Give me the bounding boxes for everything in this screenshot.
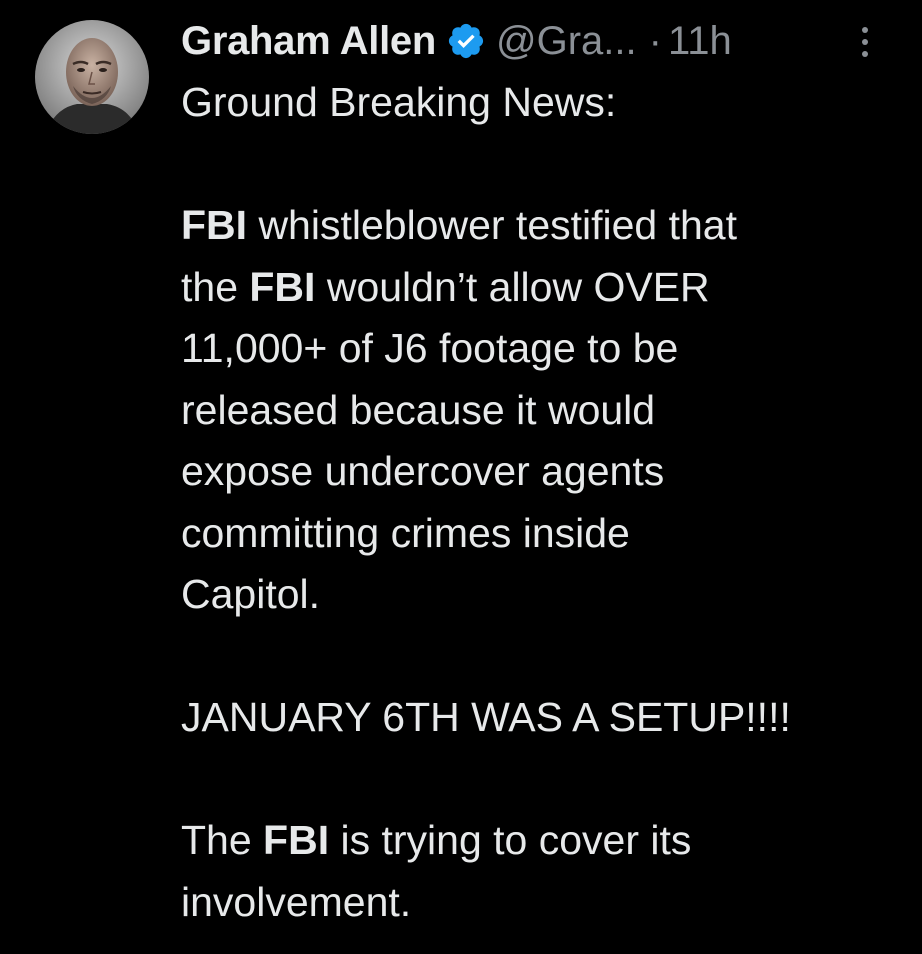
post-line: FBI whistleblower testified that	[181, 195, 881, 257]
tweet-body: Ground Breaking News: FBI whistleblower …	[181, 72, 881, 933]
bold-text: FBI	[181, 202, 248, 248]
post-text: the	[181, 263, 250, 310]
post-line: the FBI wouldn’t allow OVER	[181, 257, 881, 319]
author-handle[interactable]: @Gra...	[496, 19, 637, 64]
post-intro: Ground Breaking News:	[181, 79, 617, 125]
post-text: whistleblower testified that	[247, 202, 738, 248]
separator-dot: ·	[648, 18, 662, 63]
post-line: involvement.	[181, 878, 412, 925]
post-line: 11,000+ of J6 footage to be	[181, 325, 679, 371]
post-line: Capitol.	[181, 571, 321, 617]
author-display-name[interactable]: Graham Allen	[181, 19, 436, 64]
more-vertical-icon[interactable]	[850, 22, 880, 62]
post-line: The FBI is trying to cover its	[181, 810, 881, 872]
post-text: is trying to cover its	[329, 817, 692, 863]
post-timestamp[interactable]: 11h	[668, 19, 732, 64]
verified-badge-icon	[446, 21, 486, 61]
post-text: wouldn’t allow OVER	[315, 263, 710, 310]
bold-text: FBI	[249, 263, 316, 310]
post-line: released because it would	[181, 386, 656, 433]
bold-text: FBI	[263, 817, 330, 863]
post-text: The	[181, 817, 264, 863]
post-line: committing crimes inside	[181, 509, 630, 556]
tweet[interactable]: Graham Allen @Gra... · 11h Ground Breaki…	[0, 0, 922, 954]
author-avatar[interactable]	[35, 20, 149, 134]
tweet-header: Graham Allen @Gra... · 11h	[181, 14, 901, 68]
avatar-image	[35, 20, 149, 134]
post-line: JANUARY 6TH WAS A SETUP!!!!	[181, 694, 791, 740]
post-line: expose undercover agents	[181, 448, 665, 494]
